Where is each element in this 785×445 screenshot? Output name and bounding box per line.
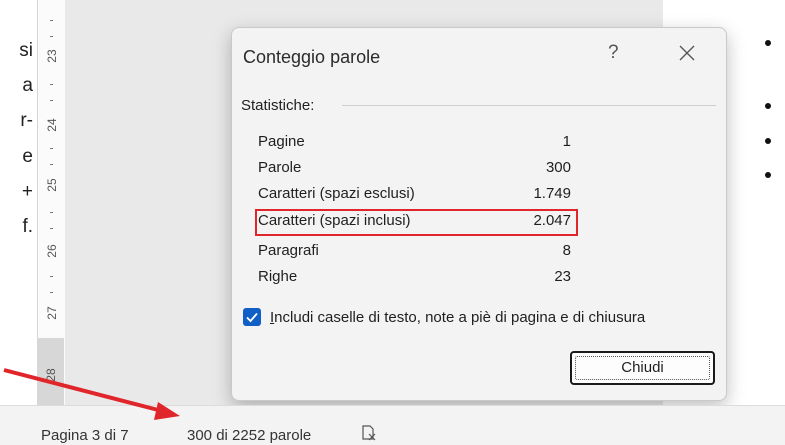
annotation-arrow [3,368,180,420]
